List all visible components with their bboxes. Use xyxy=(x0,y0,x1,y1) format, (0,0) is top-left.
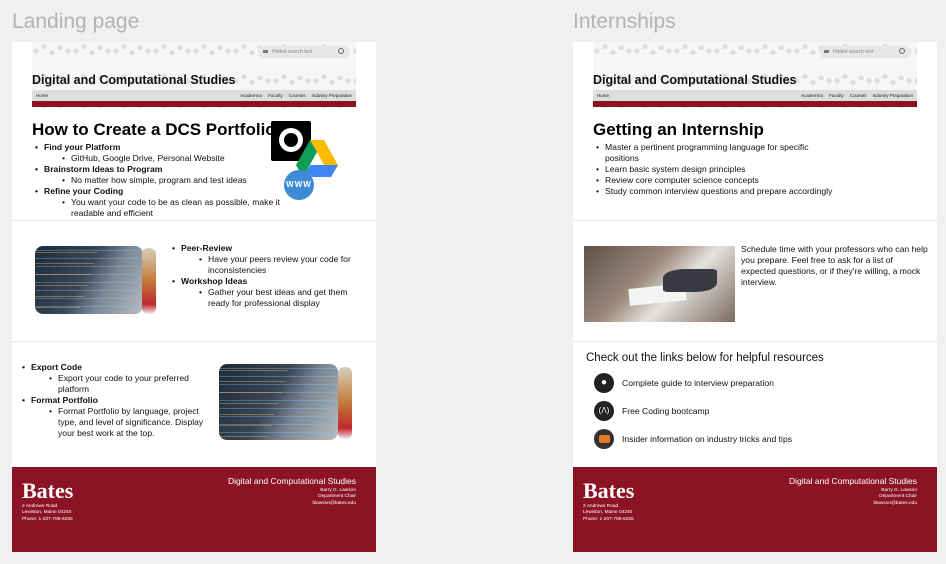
phone-image xyxy=(142,248,156,314)
frame-label-internships: Internships xyxy=(573,10,676,33)
footer-contact: Barry G. Lawson Department Chair blawson… xyxy=(873,488,917,507)
list-item: Gather your best ideas and get them read… xyxy=(181,287,369,309)
review-list: Peer-Review Have your peers review your … xyxy=(169,243,369,309)
export-list: Export Code Export your code to your pre… xyxy=(19,362,219,439)
search-icon[interactable] xyxy=(338,48,344,54)
nav-courses[interactable]: Courses xyxy=(850,93,867,98)
contact-title: Department Chair xyxy=(879,494,917,500)
nav-home[interactable]: Home xyxy=(597,93,609,98)
menu-icon xyxy=(824,50,829,53)
nav-courses[interactable]: Courses xyxy=(289,93,306,98)
bates-logo: Bates xyxy=(583,478,635,503)
page-heading: How to Create a DCS Portfolio xyxy=(32,120,276,139)
list-item: Learn basic system design principles xyxy=(593,164,838,175)
divider xyxy=(573,220,937,221)
list-item: Have your peers review your code for inc… xyxy=(181,254,369,276)
codecademy-icon[interactable] xyxy=(594,429,614,449)
divider xyxy=(12,341,376,342)
internships-page-frame: Hinted search text Digital and Computati… xyxy=(573,42,937,552)
contact-email[interactable]: blawson@bates.edu xyxy=(312,501,356,507)
contact-email[interactable]: blawson@bates.edu xyxy=(873,501,917,507)
site-title: Digital and Computational Studies xyxy=(593,73,797,87)
footer-contact: Barry G. Lawson Department Chair blawson… xyxy=(312,488,356,507)
phone-line: Phone: 1-207-786-6255 xyxy=(583,516,634,522)
site-title: Digital and Computational Studies xyxy=(32,73,236,87)
search-placeholder: Hinted search text xyxy=(272,49,313,55)
freecodecamp-icon[interactable]: (Λ) xyxy=(594,401,614,421)
list-item-title: Export Code xyxy=(31,362,83,372)
list-item-title: Find your Platform xyxy=(44,142,121,152)
list-item: You want your code to be as clean as pos… xyxy=(44,197,282,219)
list-item: Review core computer science concepts xyxy=(593,175,838,186)
bates-logo: Bates xyxy=(22,478,74,503)
nav-industry-preparation[interactable]: Industry Preparation xyxy=(872,93,913,98)
internship-tips-list: Master a pertinent programming language … xyxy=(593,142,838,197)
menu-icon xyxy=(263,50,268,53)
portfolio-steps-list: Find your Platform GitHub, Google Drive,… xyxy=(32,142,282,219)
footer-dept: Digital and Computational Studies xyxy=(788,476,917,486)
resource-link-bootcamp[interactable]: Free Coding bootcamp xyxy=(622,406,709,416)
footer-address: 2 Andrews Road Lewiston, Maine 04240 Pho… xyxy=(583,504,634,523)
meeting-photo xyxy=(584,246,735,322)
search-placeholder: Hinted search text xyxy=(833,49,874,55)
website-icon: WWW xyxy=(284,170,314,200)
search-icon[interactable] xyxy=(899,48,905,54)
schedule-text: Schedule time with your professors who c… xyxy=(741,244,928,287)
address-line: Lewiston, Maine 04240 xyxy=(22,510,72,516)
nav-faculty[interactable]: Faculty xyxy=(268,93,283,98)
nav-home[interactable]: Home xyxy=(36,93,48,98)
footer-dept: Digital and Computational Studies xyxy=(227,476,356,486)
footer-address: 2 Andrews Road Lewiston, Maine 04240 Pho… xyxy=(22,504,73,523)
nav-industry-preparation[interactable]: Industry Preparation xyxy=(311,93,352,98)
landing-page-frame: Hinted search text Digital and Computati… xyxy=(12,42,376,552)
list-item: Study common interview questions and pre… xyxy=(593,186,838,197)
site-footer: Bates 2 Andrews Road Lewiston, Maine 042… xyxy=(12,467,376,552)
navbar-accent-bar xyxy=(32,101,356,107)
list-item-title: Peer-Review xyxy=(181,243,233,253)
divider xyxy=(573,341,937,342)
list-item-title: Brainstorm Ideas to Program xyxy=(44,164,163,174)
navbar-accent-bar xyxy=(593,101,917,107)
nav-academics[interactable]: Academics xyxy=(240,93,262,98)
nav-academics[interactable]: Academics xyxy=(801,93,823,98)
phone-image xyxy=(338,367,352,439)
list-item: No matter how simple, program and test i… xyxy=(44,175,282,186)
code-screen-image xyxy=(35,246,143,314)
navbar: Home Academics Faculty Courses Industry … xyxy=(593,90,917,101)
phone-line: Phone: 1-207-786-6255 xyxy=(22,516,73,522)
list-item-title: Refine your Coding xyxy=(44,186,124,196)
search-input[interactable]: Hinted search text xyxy=(258,46,350,58)
resources-heading: Check out the links below for helpful re… xyxy=(586,352,824,364)
list-item-title: Workshop Ideas xyxy=(181,276,248,286)
list-item: Master a pertinent programming language … xyxy=(593,142,838,164)
list-item: Export your code to your preferred platf… xyxy=(31,373,219,395)
frame-label-landing: Landing page xyxy=(12,10,140,33)
navbar: Home Academics Faculty Courses Industry … xyxy=(32,90,356,101)
list-item-title: Format Portfolio xyxy=(31,395,98,405)
list-item: Format Portfolio by language, project ty… xyxy=(31,406,219,439)
resource-link-industry-tips[interactable]: Insider information on industry tricks a… xyxy=(622,434,792,444)
code-screen-image xyxy=(219,364,338,440)
contact-title: Department Chair xyxy=(318,494,356,500)
site-footer: Bates 2 Andrews Road Lewiston, Maine 042… xyxy=(573,467,937,552)
github-icon[interactable]: ● xyxy=(594,373,614,393)
address-line: Lewiston, Maine 04240 xyxy=(583,510,633,516)
divider xyxy=(12,220,376,221)
list-item: GitHub, Google Drive, Personal Website xyxy=(44,153,282,164)
search-input[interactable]: Hinted search text xyxy=(819,46,911,58)
nav-faculty[interactable]: Faculty xyxy=(829,93,844,98)
page-heading: Getting an Internship xyxy=(593,120,764,139)
resource-link-interview-guide[interactable]: Complete guide to interview preparation xyxy=(622,378,774,388)
